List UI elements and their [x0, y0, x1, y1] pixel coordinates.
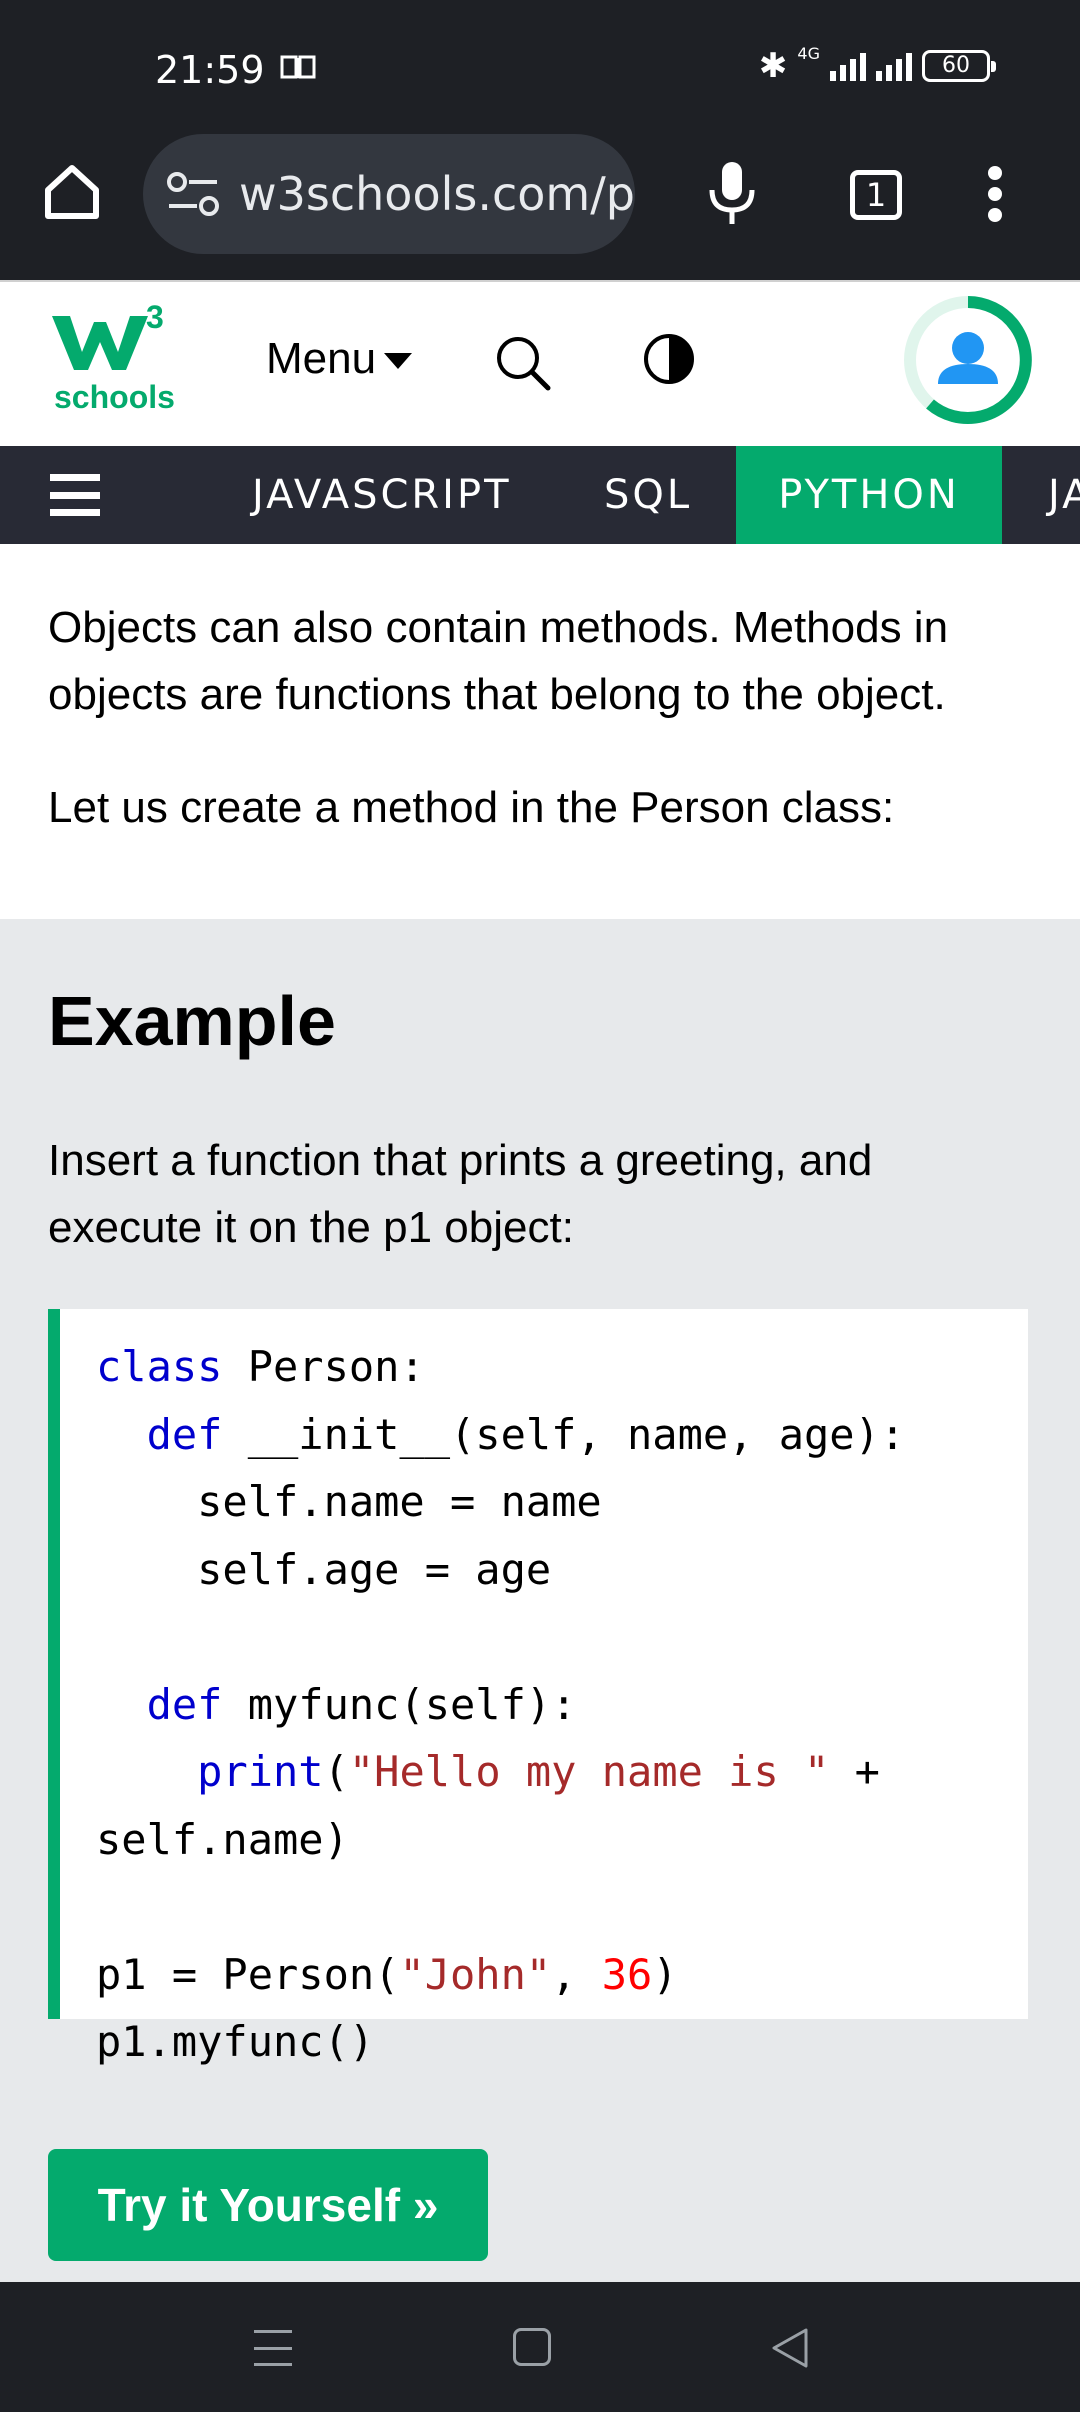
bluetooth-icon: ✱: [758, 46, 788, 86]
try-it-yourself-button[interactable]: Try it Yourself »: [48, 2149, 488, 2261]
logo-text: schools: [54, 379, 175, 415]
dark-mode-toggle-icon[interactable]: [642, 332, 696, 386]
search-icon[interactable]: [494, 334, 552, 392]
logo-superscript: 3: [146, 300, 164, 335]
topic-nav: JAVASCRIPT SQL PYTHON JA: [0, 446, 1080, 544]
system-nav-bar: [0, 2282, 1080, 2412]
url-text[interactable]: w3schools.com/p: [239, 167, 635, 221]
browser-toolbar: w3schools.com/p 1: [0, 130, 1080, 280]
signal-icon-2: [876, 51, 912, 81]
nav-item-python[interactable]: PYTHON: [736, 446, 1002, 544]
signal-icon: [830, 51, 866, 81]
status-time: 21:59: [155, 48, 265, 92]
menu-button[interactable]: Menu: [266, 334, 413, 384]
tab-switcher-button[interactable]: 1: [850, 170, 902, 220]
recents-icon[interactable]: [254, 2330, 292, 2366]
nav-item-javascript[interactable]: JAVASCRIPT: [252, 446, 512, 544]
caret-down-icon: [384, 353, 413, 369]
network-type: 4G: [797, 44, 820, 63]
method-paragraph: Let us create a method in the Person cla…: [48, 783, 895, 832]
nav-item-sql[interactable]: SQL: [604, 446, 692, 544]
back-icon[interactable]: [770, 2326, 810, 2370]
nav-item-java[interactable]: JA: [1048, 446, 1080, 544]
code-text: class Person: def __init__(self, name, a…: [96, 1342, 906, 2066]
intro-paragraph: Objects can also contain methods. Method…: [48, 603, 949, 719]
home-icon[interactable]: [40, 160, 104, 224]
example-description: Insert a function that prints a greeting…: [48, 1136, 873, 1252]
more-options-icon[interactable]: [983, 166, 1007, 222]
reader-mode-icon: [280, 55, 316, 79]
site-header: 3 schools Menu: [0, 280, 1080, 446]
microphone-icon[interactable]: [706, 160, 758, 226]
menu-label: Menu: [266, 334, 377, 383]
battery-icon: 60: [922, 50, 996, 82]
user-avatar-icon[interactable]: [900, 292, 1036, 428]
site-settings-icon[interactable]: [165, 170, 221, 218]
example-section: Example Insert a function that prints a …: [0, 919, 1080, 2282]
home-nav-icon[interactable]: [513, 2328, 551, 2366]
status-indicators: ✱ 4G 60: [758, 44, 996, 86]
hamburger-menu-icon[interactable]: [50, 474, 100, 516]
tutorial-content: Objects can also contain methods. Method…: [0, 544, 1080, 919]
w3schools-logo[interactable]: 3 schools: [48, 299, 178, 420]
code-block: class Person: def __init__(self, name, a…: [48, 1309, 1028, 2066]
status-bar: 21:59 ✱ 4G 60: [0, 0, 1080, 130]
example-title: Example: [48, 982, 336, 1060]
url-bar[interactable]: w3schools.com/p: [143, 134, 635, 254]
